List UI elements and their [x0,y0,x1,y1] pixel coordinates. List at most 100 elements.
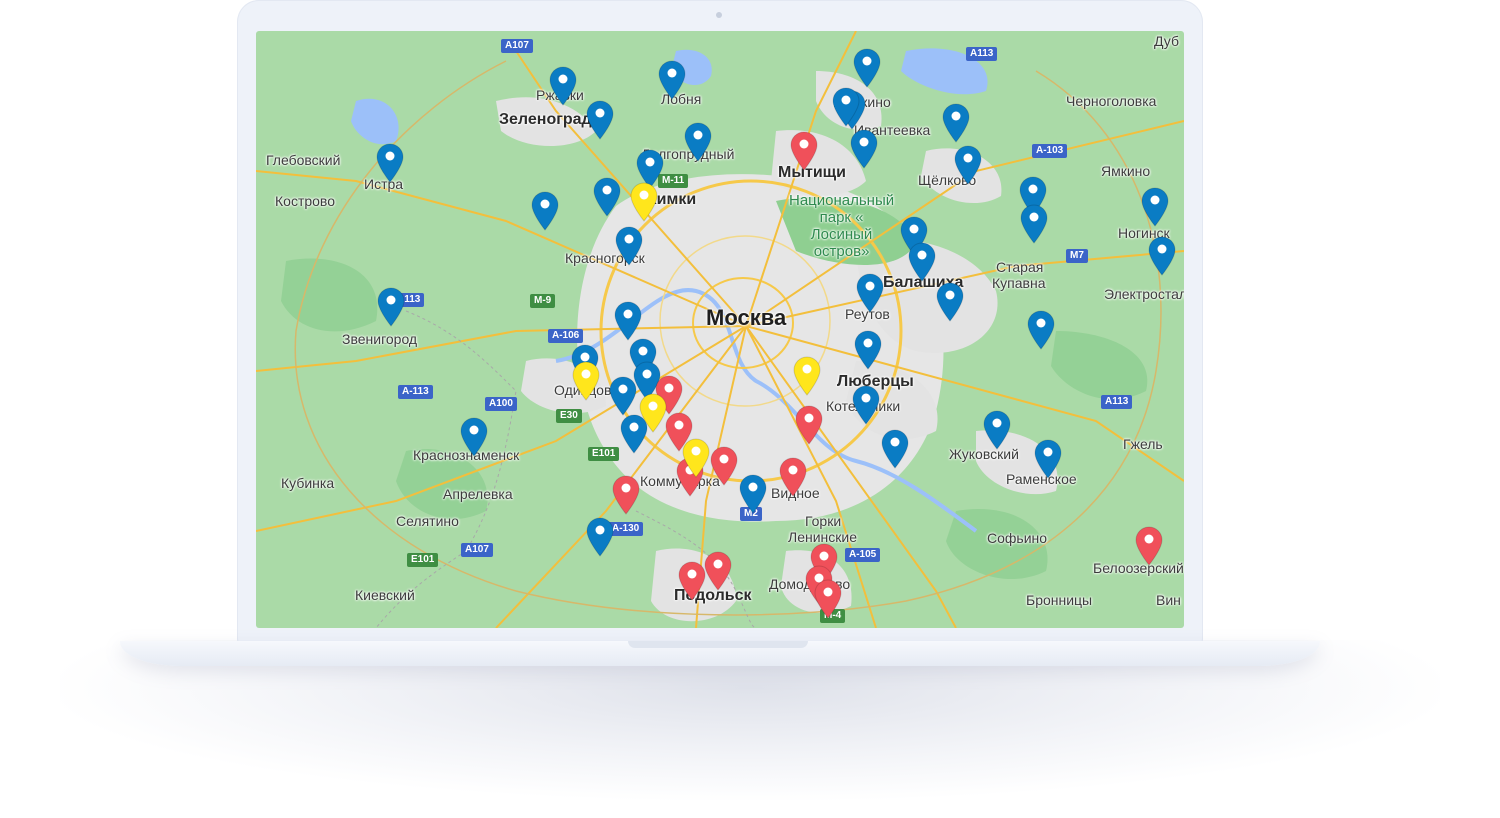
map-pin-icon [832,87,860,127]
map-marker-blue[interactable] [658,60,686,100]
map-pin-icon [853,48,881,88]
map-marker-red[interactable] [795,405,823,445]
map-marker-blue[interactable] [942,103,970,143]
map-marker-blue[interactable] [593,177,621,217]
map-marker-red[interactable] [779,457,807,497]
map-marker-blue[interactable] [615,226,643,266]
map-marker-blue[interactable] [1148,236,1176,276]
map-marker-blue[interactable] [881,429,909,469]
map-marker-yellow[interactable] [630,182,658,222]
map-marker-blue[interactable] [856,273,884,313]
map-pin-icon [942,103,970,143]
map-pin-icon [1020,204,1048,244]
map-pin-icon [779,457,807,497]
map-pin-icon [704,551,732,591]
map-marker-blue[interactable] [983,410,1011,450]
city-label: Зеленоград [499,111,592,128]
city-label: Ямкино [1101,163,1151,179]
city-label: Селятино [396,513,459,529]
map-pin-icon [856,273,884,313]
map-marker-blue[interactable] [531,191,559,231]
city-label: Горки [805,513,842,529]
city-label: Звенигород [342,331,418,347]
road-shield: M-9 [530,294,556,308]
map-view[interactable]: Дуб Ржавки Лобня Зеленоград Пушкино Черн… [256,31,1184,628]
road-shield: A113 [966,47,998,61]
road-shield: A107 [501,39,533,53]
map-pin-icon [710,446,738,486]
map-marker-red[interactable] [704,551,732,591]
map-marker-blue[interactable] [850,129,878,169]
map-pin-icon [795,405,823,445]
reservoir [351,98,399,145]
map-pin-icon [572,361,600,401]
map-pin-icon [881,429,909,469]
road-shield: A113 [1101,395,1133,409]
city-label: Гжель [1123,436,1163,452]
map-marker-blue[interactable] [614,301,642,341]
park-label: Национальный парк « Лосиный остров» [789,192,895,260]
road-shield: A100 [485,397,517,411]
map-marker-blue[interactable] [609,376,637,416]
map-marker-blue[interactable] [684,122,712,162]
map-marker-blue[interactable] [460,417,488,457]
forest-patch [1051,331,1148,400]
city-label: Купавна [992,275,1046,291]
map-pin-icon [814,579,842,619]
map-marker-blue[interactable] [586,517,614,557]
map-marker-yellow[interactable] [793,356,821,396]
map-pin-icon [612,475,640,515]
map-pin-icon [936,282,964,322]
map-marker-blue[interactable] [376,143,404,183]
map-marker-blue[interactable] [739,474,767,514]
map-pin-icon [790,131,818,171]
city-label: Киевский [355,587,415,603]
map-pin-icon [586,517,614,557]
map-marker-red[interactable] [612,475,640,515]
city-label: Дуб [1154,33,1179,49]
map-marker-blue[interactable] [586,100,614,140]
map-pin-icon [793,356,821,396]
map-pin-icon [1027,310,1055,350]
road-shield: A-105 [845,548,881,562]
map-marker-blue[interactable] [377,287,405,327]
city-label-moscow: Москва [706,305,787,330]
map-pin-icon [593,177,621,217]
map-marker-red[interactable] [1135,526,1163,566]
map-marker-blue[interactable] [832,87,860,127]
map-marker-blue[interactable] [1034,439,1062,479]
city-label: Кострово [275,193,335,209]
city-label: Бронницы [1026,592,1093,608]
map-marker-blue[interactable] [549,66,577,106]
map-marker-blue[interactable] [1027,310,1055,350]
map-pin-icon [854,330,882,370]
map-marker-red[interactable] [710,446,738,486]
map-pin-icon [1034,439,1062,479]
map-marker-blue[interactable] [1141,187,1169,227]
map-marker-yellow[interactable] [572,361,600,401]
map-marker-yellow[interactable] [639,393,667,433]
map-marker-blue[interactable] [1020,204,1048,244]
map-marker-blue[interactable] [936,282,964,322]
forest-patch [281,258,378,332]
map-pin-icon [983,410,1011,450]
map-pin-icon [586,100,614,140]
map-marker-blue[interactable] [954,145,982,185]
map-pin-icon [908,242,936,282]
map-marker-red[interactable] [814,579,842,619]
map-marker-red[interactable] [790,131,818,171]
map-marker-yellow[interactable] [682,438,710,478]
map-pin-icon [630,182,658,222]
road-shield: E101 [407,553,439,567]
map-marker-blue[interactable] [852,385,880,425]
map-marker-red[interactable] [678,561,706,601]
road-shield: E101 [588,447,620,461]
map-marker-blue[interactable] [854,330,882,370]
road-shield: A-103 [1032,144,1068,158]
map-marker-blue[interactable] [853,48,881,88]
map-marker-blue[interactable] [908,242,936,282]
map-pin-icon [639,393,667,433]
map-pin-icon [850,129,878,169]
map-pin-icon [658,60,686,100]
camera-dot [716,12,722,18]
